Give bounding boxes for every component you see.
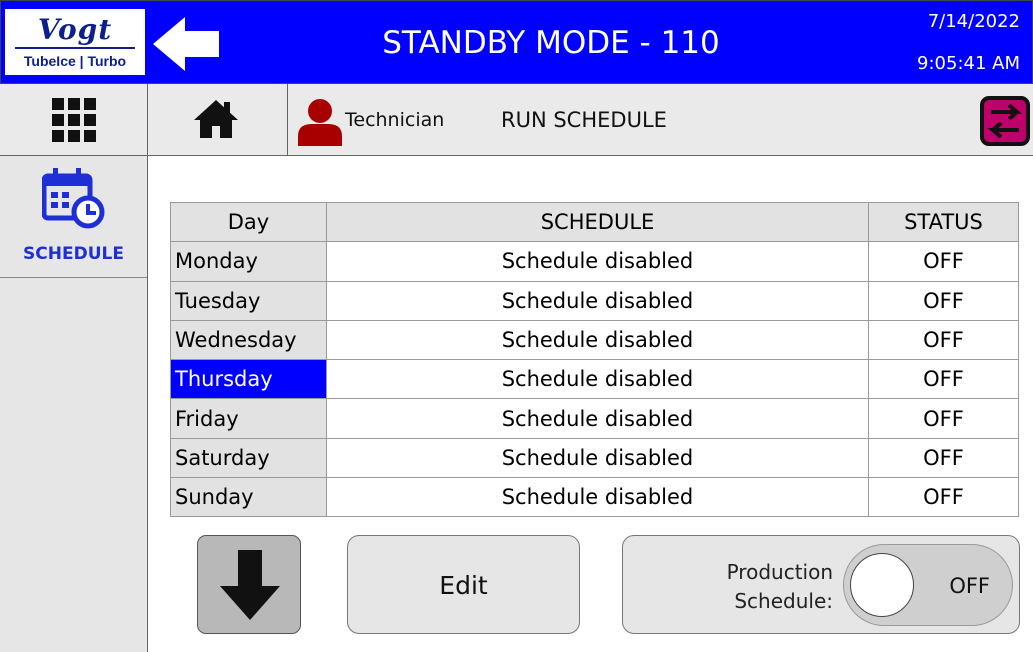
logo-brand: Vogt (37, 13, 113, 46)
day-cell[interactable]: Tuesday (170, 280, 327, 321)
sub-toolbar: Technician RUN SCHEDULE (148, 84, 1033, 156)
column-header-schedule: SCHEDULE (326, 201, 869, 243)
status-cell: OFF (868, 477, 1019, 518)
logo-tagline: TubeIce | Turbo (23, 53, 127, 69)
logo-rule (15, 47, 135, 49)
back-arrow-button[interactable] (151, 15, 221, 73)
home-button[interactable] (148, 84, 288, 156)
schedule-cell: Schedule disabled (326, 319, 869, 361)
switch-screen-button[interactable] (979, 95, 1031, 147)
schedule-cell: Schedule disabled (326, 241, 869, 282)
schedule-cell: Schedule disabled (326, 398, 869, 439)
status-cell: OFF (868, 398, 1019, 439)
user-icon (298, 99, 342, 146)
status-cell: OFF (868, 280, 1019, 321)
day-cell[interactable]: Friday (170, 398, 327, 439)
table-row-selected[interactable]: Thursday Schedule disabled OFF (170, 359, 1019, 400)
status-cell: OFF (868, 241, 1019, 282)
status-cell: OFF (868, 359, 1019, 400)
toggle-knob (850, 553, 914, 617)
schedule-cell: Schedule disabled (326, 477, 869, 518)
day-cell[interactable]: Sunday (170, 477, 327, 518)
table-row[interactable]: Tuesday Schedule disabled OFF (170, 280, 1019, 321)
header-bar: Vogt TubeIce | Turbo STANDBY MODE - 110 … (0, 0, 1033, 84)
table-row[interactable]: Friday Schedule disabled OFF (170, 398, 1019, 439)
day-cell-selected[interactable]: Thursday (170, 359, 327, 400)
page-title: RUN SCHEDULE (501, 108, 667, 132)
scroll-down-button[interactable] (197, 535, 301, 634)
day-cell[interactable]: Wednesday (170, 319, 327, 361)
day-cell[interactable]: Monday (170, 241, 327, 282)
production-schedule-label: Production Schedule: (693, 558, 833, 616)
schedule-cell: Schedule disabled (326, 280, 869, 321)
vogt-logo: Vogt TubeIce | Turbo (5, 9, 145, 75)
mode-title: STANDBY MODE - 110 (382, 25, 720, 61)
table-row[interactable]: Sunday Schedule disabled OFF (170, 477, 1019, 518)
menu-grid-button[interactable] (0, 84, 148, 156)
calendar-clock-icon (42, 168, 105, 229)
table-row[interactable]: Monday Schedule disabled OFF (170, 241, 1019, 282)
schedule-cell: Schedule disabled (326, 359, 869, 400)
toggle-state-label: OFF (949, 574, 990, 598)
production-schedule-panel: Production Schedule: OFF (622, 535, 1020, 634)
production-label-line1: Production (726, 560, 833, 584)
production-label-line2: Schedule: (734, 589, 833, 613)
grid-menu-icon (52, 98, 96, 142)
edit-button[interactable]: Edit (347, 535, 580, 634)
arrow-left-icon (153, 17, 219, 71)
app-screen: Vogt TubeIce | Turbo STANDBY MODE - 110 … (0, 0, 1033, 652)
table-row[interactable]: Saturday Schedule disabled OFF (170, 437, 1019, 479)
column-header-status: STATUS (868, 201, 1019, 243)
schedule-table: Day SCHEDULE STATUS Monday Schedule disa… (170, 201, 1019, 518)
table-header-row: Day SCHEDULE STATUS (170, 201, 1019, 243)
arrow-down-icon (220, 550, 280, 620)
column-header-day: Day (170, 201, 327, 243)
day-cell[interactable]: Saturday (170, 437, 327, 479)
home-icon (194, 100, 238, 138)
date-display: 7/14/2022 (927, 11, 1020, 32)
production-schedule-toggle[interactable]: OFF (843, 544, 1013, 626)
status-cell: OFF (868, 437, 1019, 479)
time-display: 9:05:41 AM (917, 53, 1020, 74)
sidebar: SCHEDULE (0, 156, 148, 652)
table-row[interactable]: Wednesday Schedule disabled OFF (170, 319, 1019, 361)
sidebar-item-label: SCHEDULE (23, 244, 124, 264)
status-cell: OFF (868, 319, 1019, 361)
swap-arrows-icon (980, 96, 1030, 146)
schedule-cell: Schedule disabled (326, 437, 869, 479)
sidebar-item-schedule[interactable]: SCHEDULE (0, 156, 147, 278)
user-role-label: Technician (345, 109, 445, 131)
